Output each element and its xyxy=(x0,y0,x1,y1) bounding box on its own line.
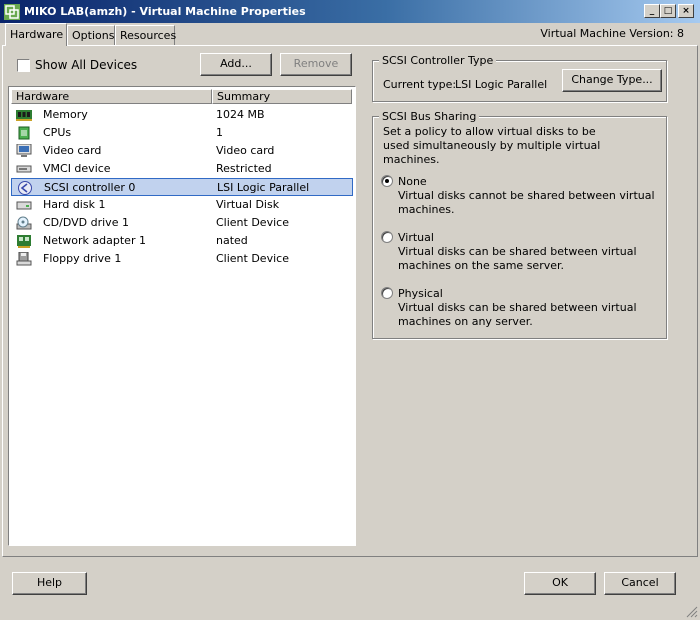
column-header-summary[interactable]: Summary xyxy=(212,89,352,104)
hardware-name: SCSI controller 0 xyxy=(44,181,136,194)
group-title: SCSI Controller Type xyxy=(379,54,497,67)
hardware-row-cd-dvd-drive[interactable]: CD/DVD drive 1 Client Device xyxy=(11,214,353,232)
hardware-name: CPUs xyxy=(43,126,72,139)
floppy-icon xyxy=(16,252,32,266)
window-title: MIKO LAB(amzh) - Virtual Machine Propert… xyxy=(24,5,306,18)
option-virtual-label[interactable]: Virtual xyxy=(398,231,434,244)
network-adapter-icon xyxy=(17,235,31,248)
column-header-hardware[interactable]: Hardware xyxy=(11,89,212,104)
scsi-controller-icon xyxy=(18,181,32,195)
maximize-button[interactable]: □ xyxy=(660,4,676,18)
hardware-row-cpus[interactable]: CPUs 1 xyxy=(11,124,353,142)
hardware-name: VMCI device xyxy=(43,162,111,175)
remove-button[interactable]: Remove xyxy=(280,53,352,76)
tab-hardware[interactable]: Hardware xyxy=(5,23,67,46)
radio-none[interactable] xyxy=(381,175,393,187)
monitor-icon xyxy=(16,144,32,157)
hardware-row-floppy-drive[interactable]: Floppy drive 1 Client Device xyxy=(11,250,353,268)
title-bar[interactable]: MIKO LAB(amzh) - Virtual Machine Propert… xyxy=(0,0,700,23)
option-physical-label[interactable]: Physical xyxy=(398,287,443,300)
show-all-devices-label[interactable]: Show All Devices xyxy=(35,58,137,72)
hardware-name: Hard disk 1 xyxy=(43,198,106,211)
current-type-label: Current type: xyxy=(383,78,457,91)
vsphere-app-icon xyxy=(4,4,20,20)
resize-grip-icon[interactable] xyxy=(686,606,698,618)
option-none-label[interactable]: None xyxy=(398,175,427,188)
minimize-button[interactable]: _ xyxy=(644,4,660,18)
current-type-value: LSI Logic Parallel xyxy=(455,78,548,91)
hardware-name: CD/DVD drive 1 xyxy=(43,216,129,229)
hardware-row-video-card[interactable]: Video card Video card xyxy=(11,142,353,160)
memory-icon xyxy=(16,110,32,121)
vm-version-label: Virtual Machine Version: 8 xyxy=(540,27,684,40)
cpu-icon xyxy=(18,126,30,140)
hard-disk-icon xyxy=(16,201,32,210)
hardware-name: Floppy drive 1 xyxy=(43,252,122,265)
close-button[interactable]: × xyxy=(678,4,694,18)
hardware-name: Video card xyxy=(43,144,102,157)
hardware-row-hard-disk[interactable]: Hard disk 1 Virtual Disk xyxy=(11,196,353,214)
hardware-row-scsi-controller[interactable]: SCSI controller 0 LSI Logic Parallel xyxy=(11,178,353,196)
show-all-devices-checkbox[interactable] xyxy=(17,59,30,72)
hardware-name: Memory xyxy=(43,108,88,121)
option-physical-description: Virtual disks can be shared between virt… xyxy=(398,301,637,328)
change-type-button[interactable]: Change Type... xyxy=(562,69,662,92)
hardware-summary: Video card xyxy=(216,144,275,157)
hardware-summary: Restricted xyxy=(216,162,272,175)
radio-physical[interactable] xyxy=(381,287,393,299)
help-button[interactable]: Help xyxy=(12,572,87,595)
option-virtual-description: Virtual disks can be shared between virt… xyxy=(398,245,637,272)
hardware-summary: Virtual Disk xyxy=(216,198,280,211)
hardware-summary: nated xyxy=(216,234,248,247)
hardware-name: Network adapter 1 xyxy=(43,234,146,247)
option-none-description: Virtual disks cannot be shared between v… xyxy=(398,189,655,216)
vmci-device-icon xyxy=(16,165,32,173)
group-title: SCSI Bus Sharing xyxy=(379,110,480,123)
hardware-list[interactable]: Hardware Summary Memory 1024 MB CPUs 1 V… xyxy=(8,86,356,546)
hardware-summary: 1 xyxy=(216,126,223,139)
cd-dvd-icon xyxy=(16,216,32,230)
ok-button[interactable]: OK xyxy=(524,572,596,595)
tab-options[interactable]: Options xyxy=(67,25,115,45)
hardware-row-memory[interactable]: Memory 1024 MB xyxy=(11,106,353,124)
hardware-summary: Client Device xyxy=(216,252,289,265)
cancel-button[interactable]: Cancel xyxy=(604,572,676,595)
radio-virtual[interactable] xyxy=(381,231,393,243)
hardware-row-vmci-device[interactable]: VMCI device Restricted xyxy=(11,160,353,178)
bus-sharing-description: Set a policy to allow virtual disks to b… xyxy=(383,125,601,166)
hardware-row-network-adapter[interactable]: Network adapter 1 nated xyxy=(11,232,353,250)
hardware-summary: LSI Logic Parallel xyxy=(217,181,310,194)
hardware-summary: 1024 MB xyxy=(216,108,265,121)
tab-resources[interactable]: Resources xyxy=(115,25,176,45)
add-button[interactable]: Add... xyxy=(200,53,272,76)
hardware-summary: Client Device xyxy=(216,216,289,229)
list-header: Hardware Summary xyxy=(11,89,353,104)
